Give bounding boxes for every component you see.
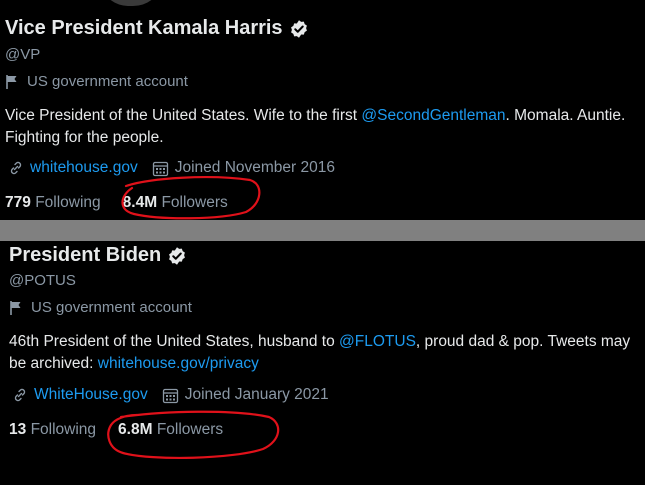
display-name-row: Vice President Kamala Harris <box>5 17 309 40</box>
joined-date: Joined January 2021 <box>184 386 329 403</box>
followers-label: Followers <box>156 421 224 438</box>
followers-label: Followers <box>161 194 228 211</box>
display-name: Vice President Kamala Harris <box>5 17 283 39</box>
link-icon <box>10 161 22 175</box>
profile-potus: President Biden @POTUS US government acc… <box>0 241 645 485</box>
flag-icon <box>10 300 21 315</box>
government-account-text: US government account <box>27 73 188 90</box>
bio-text: 46th President of the United States, hus… <box>9 333 340 350</box>
joined-item: Joined January 2021 <box>162 386 329 404</box>
bio: Vice President of the United States. Wif… <box>5 105 635 149</box>
verified-badge-icon[interactable] <box>167 246 187 266</box>
display-name-row: President Biden <box>9 244 187 267</box>
following-count: 13 <box>9 421 27 438</box>
government-account-label: US government account <box>5 73 188 90</box>
divider <box>0 220 645 241</box>
website-link[interactable]: WhiteHouse.gov <box>34 386 148 404</box>
follow-stats: 13 Following 6.8M Followers <box>9 421 245 439</box>
calendar-icon <box>162 388 178 403</box>
profile-meta: whitehouse.gov Joined November 2016 <box>8 159 349 177</box>
flag-icon <box>6 74 17 89</box>
avatar[interactable] <box>96 0 166 8</box>
handle: @VP <box>5 46 41 63</box>
government-account-text: US government account <box>31 299 192 316</box>
following-label: Following <box>35 194 101 211</box>
followers-stat[interactable]: 8.4M Followers <box>123 194 228 212</box>
followers-count: 6.8M <box>118 421 153 438</box>
bio: 46th President of the United States, hus… <box>9 331 639 375</box>
website-item[interactable]: whitehouse.gov <box>8 159 138 177</box>
followers-stat[interactable]: 6.8M Followers <box>118 421 223 439</box>
profile-vp: Vice President Kamala Harris @VP US gove… <box>0 0 645 220</box>
joined-item: Joined November 2016 <box>152 159 335 177</box>
following-count: 779 <box>5 194 31 211</box>
profile-meta: WhiteHouse.gov Joined January 2021 <box>12 386 343 404</box>
calendar-icon <box>152 161 168 176</box>
mention-link[interactable]: @SecondGentleman <box>361 107 505 124</box>
verified-badge-icon[interactable] <box>289 19 309 39</box>
bio-text: Vice President of the United States. Wif… <box>5 107 362 124</box>
follow-stats: 779 Following 8.4M Followers <box>5 194 250 212</box>
privacy-link[interactable]: whitehouse.gov/privacy <box>98 355 259 372</box>
handle: @POTUS <box>9 272 76 289</box>
following-stat[interactable]: 13 Following <box>9 421 96 439</box>
mention-link[interactable]: @FLOTUS <box>339 333 416 350</box>
government-account-label: US government account <box>9 299 192 316</box>
link-icon <box>14 388 26 402</box>
joined-date: Joined November 2016 <box>174 159 335 176</box>
following-stat[interactable]: 779 Following <box>5 194 101 212</box>
following-label: Following <box>30 421 97 438</box>
display-name: President Biden <box>9 244 162 266</box>
website-item[interactable]: WhiteHouse.gov <box>12 386 148 404</box>
website-link[interactable]: whitehouse.gov <box>30 159 138 177</box>
followers-count: 8.4M <box>122 194 158 211</box>
